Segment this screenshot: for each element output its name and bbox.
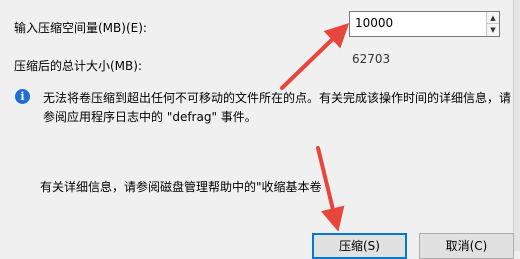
shrink-amount-spinbox[interactable]: 10000 ▲ ▼ bbox=[349, 11, 500, 37]
spin-down-button[interactable]: ▼ bbox=[487, 24, 499, 36]
spin-up-button[interactable]: ▲ bbox=[487, 12, 499, 24]
spin-buttons: ▲ ▼ bbox=[486, 12, 499, 36]
cancel-button[interactable]: 取消(C) bbox=[419, 233, 514, 259]
info-message: 无法将卷压缩到超出任何不可移动的文件所在的点。有关完成该操作时间的详细信息，请 … bbox=[43, 89, 513, 127]
arrow-to-spinbox bbox=[280, 23, 350, 90]
total-size-value: 62703 bbox=[352, 52, 391, 66]
info-message-line: 无法将卷压缩到超出任何不可移动的文件所在的点。有关完成该操作时间的详细信息，请 bbox=[43, 91, 512, 105]
shrink-amount-label: 输入压缩空间量(MB)(E): bbox=[14, 21, 147, 35]
window-edge bbox=[513, 0, 520, 251]
total-size-label: 压缩后的总计大小(MB): bbox=[14, 59, 142, 73]
info-icon: i bbox=[15, 89, 30, 104]
shrink-button[interactable]: 压缩(S) bbox=[312, 233, 407, 259]
info-message-line: 参阅应用程序日志中的 "defrag" 事件。 bbox=[43, 110, 257, 124]
shrink-amount-input[interactable]: 10000 bbox=[355, 16, 393, 30]
help-link-text: 有关详细信息，请参阅磁盘管理帮助中的"收缩基本卷 bbox=[40, 180, 322, 194]
